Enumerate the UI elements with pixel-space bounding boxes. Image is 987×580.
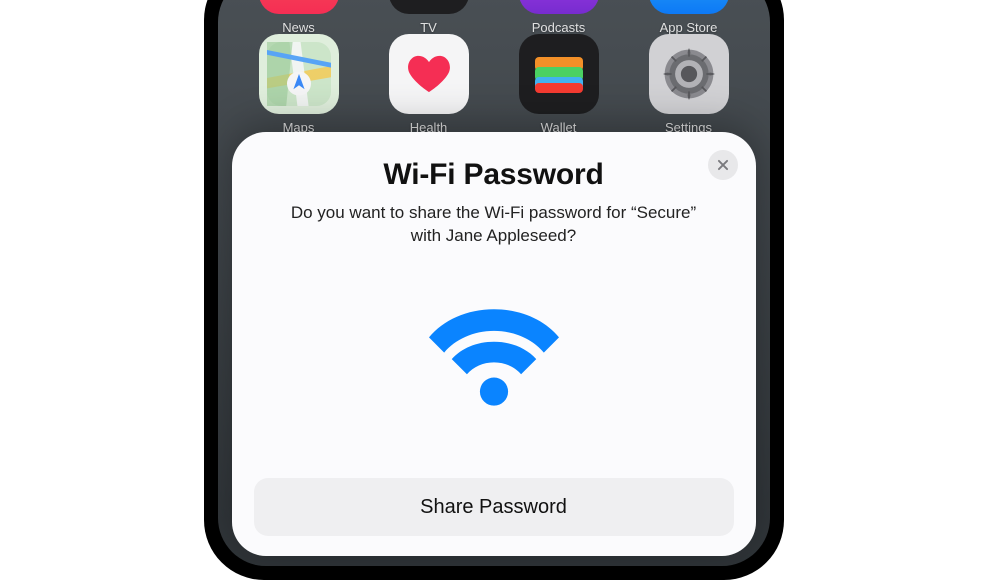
sheet-description: Do you want to share the Wi-Fi password … xyxy=(274,202,714,248)
app-settings[interactable]: Settings xyxy=(644,34,734,135)
app-label: TV xyxy=(420,20,437,35)
home-row-2: Maps Health Wallet xyxy=(218,34,770,135)
share-password-button[interactable]: Share Password xyxy=(254,478,734,536)
settings-icon xyxy=(649,34,729,114)
app-podcasts[interactable]: Podcasts xyxy=(514,0,604,35)
app-health[interactable]: Health xyxy=(384,34,474,135)
phone-frame: N News TV Podcasts App Store xyxy=(204,0,784,580)
podcasts-icon xyxy=(519,0,599,14)
app-wallet[interactable]: Wallet xyxy=(514,34,604,135)
wallet-icon xyxy=(519,34,599,114)
appstore-icon xyxy=(649,0,729,14)
close-icon xyxy=(716,158,730,172)
app-tv[interactable]: TV xyxy=(384,0,474,35)
app-news[interactable]: N News xyxy=(254,0,344,35)
home-row-1: N News TV Podcasts App Store xyxy=(218,0,770,35)
news-icon: N xyxy=(259,0,339,14)
health-icon xyxy=(389,34,469,114)
app-label: Podcasts xyxy=(532,20,585,35)
wifi-icon xyxy=(429,308,559,408)
tv-icon xyxy=(389,0,469,14)
wifi-password-sheet: Wi-Fi Password Do you want to share the … xyxy=(232,132,756,556)
phone-screen: N News TV Podcasts App Store xyxy=(218,0,770,566)
app-maps[interactable]: Maps xyxy=(254,34,344,135)
close-button[interactable] xyxy=(708,150,738,180)
sheet-title: Wi-Fi Password xyxy=(383,158,603,192)
app-appstore[interactable]: App Store xyxy=(644,0,734,35)
app-label: News xyxy=(282,20,315,35)
share-button-label: Share Password xyxy=(420,496,567,519)
maps-icon xyxy=(259,34,339,114)
app-label: App Store xyxy=(660,20,718,35)
